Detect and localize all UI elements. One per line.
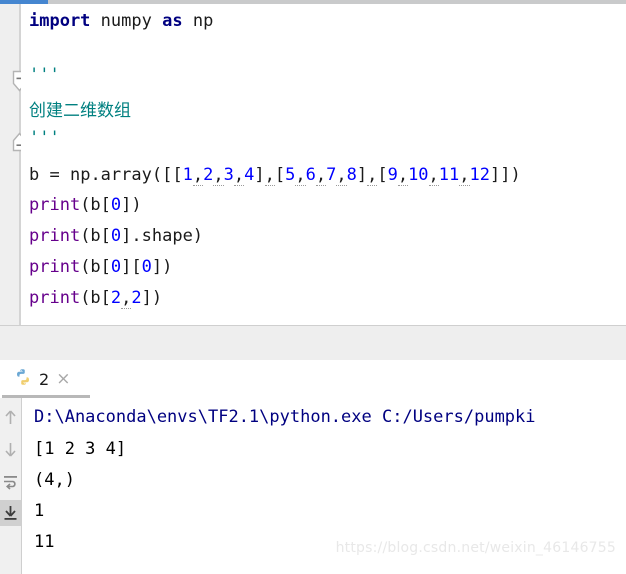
code-token: = <box>49 165 70 185</box>
code-token: 8 <box>346 165 357 185</box>
close-icon[interactable]: × <box>56 370 70 388</box>
code-token: 0 <box>110 257 122 277</box>
code-token: ].shape) <box>121 226 204 246</box>
editor-gutter[interactable] <box>0 4 19 325</box>
code-token: , <box>428 165 439 186</box>
code-token: 1 <box>182 165 193 185</box>
code-token: , <box>295 165 306 186</box>
code-token: , <box>121 288 132 309</box>
code-token: 3 <box>223 165 234 185</box>
code-token: 12 <box>469 165 491 185</box>
code-token: 10 <box>408 165 429 185</box>
code-token: (b[ <box>80 257 111 277</box>
code-token: print <box>29 288 81 308</box>
code-token: , <box>264 165 275 186</box>
line-print-4[interactable]: print(b[2,2]) <box>29 288 163 309</box>
code-token: 11 <box>438 165 460 185</box>
line-docstring-open[interactable]: ''' <box>29 66 60 84</box>
code-token: 2 <box>110 288 122 308</box>
console-tab[interactable]: 2 × <box>8 364 76 394</box>
console-tab-label: 2 <box>39 369 50 389</box>
code-token: np <box>192 11 214 31</box>
code-token: print <box>29 257 81 277</box>
code-token: ] <box>254 165 265 185</box>
code-token: 4 <box>244 165 255 185</box>
code-token: import <box>29 11 91 31</box>
code-token: 创建二维数组 <box>29 101 131 121</box>
code-token: 7 <box>326 165 337 185</box>
code-token: ''' <box>29 65 60 85</box>
line-docstring-text[interactable]: 创建二维数组 <box>29 102 131 120</box>
code-token: (b[ <box>80 195 111 215</box>
code-token: , <box>367 165 378 186</box>
code-token: 5 <box>285 165 296 185</box>
output-row-3: 1 <box>34 501 45 521</box>
line-import[interactable]: import numpy as np <box>29 12 213 30</box>
watermark: https://blog.csdn.net/weixin_46146755 <box>335 540 616 556</box>
code-token: , <box>336 165 347 186</box>
code-token: (b[ <box>80 288 111 308</box>
output-row-1: [1 2 3 4] <box>34 439 127 459</box>
code-token: 0 <box>110 195 122 215</box>
code-token: b <box>29 165 50 185</box>
soft-wrap-icon[interactable] <box>0 468 21 494</box>
code-token: , <box>213 165 224 186</box>
code-token: np.array([[ <box>69 165 183 185</box>
down-arrow-icon[interactable] <box>0 436 21 462</box>
output-row-2: (4,) <box>34 470 75 490</box>
code-token: ][ <box>121 257 142 277</box>
code-token: print <box>29 195 81 215</box>
code-token: numpy <box>100 11 152 31</box>
code-token: ]) <box>141 288 163 308</box>
code-token: 9 <box>387 165 398 185</box>
scroll-to-end-icon[interactable] <box>0 500 21 526</box>
output-command: D:\Anaconda\envs\TF2.1\python.exe C:/Use… <box>34 407 536 427</box>
pane-splitter[interactable] <box>0 325 626 361</box>
line-docstring-close[interactable]: ''' <box>29 129 60 147</box>
code-token: 2 <box>131 288 142 308</box>
line-print-1[interactable]: print(b[0]) <box>29 196 142 214</box>
code-token: ]]) <box>490 165 521 185</box>
run-console-pane: 2 × D:\Anaconda\envs\TF2.1\python.exe C:… <box>0 360 626 574</box>
code-token: (b[ <box>80 226 111 246</box>
code-token: ]) <box>151 257 173 277</box>
code-token: ] <box>356 165 368 185</box>
line-print-3[interactable]: print(b[0][0]) <box>29 258 172 276</box>
code-token: 2 <box>203 165 214 185</box>
up-arrow-icon[interactable] <box>0 404 21 430</box>
code-token: print <box>29 226 81 246</box>
console-tab-bar: 2 × <box>0 360 626 398</box>
code-token: 0 <box>110 226 122 246</box>
code-token: , <box>459 165 470 186</box>
output-row-4: 11 <box>34 532 55 552</box>
line-array[interactable]: b = np.array([[1,2,3,4],[5,6,7,8],[9,10,… <box>29 165 521 186</box>
code-token: ''' <box>29 128 60 148</box>
code-token: , <box>233 165 245 186</box>
code-token: , <box>192 165 204 186</box>
code-token: , <box>397 165 409 186</box>
code-text-area[interactable]: import numpy as np ''' 创建二维数组 ''' b = np.arr… <box>21 4 626 325</box>
code-token: ]) <box>121 195 142 215</box>
code-token: 6 <box>305 165 316 185</box>
code-token: 0 <box>141 257 152 277</box>
code-editor-pane[interactable]: import numpy as np ''' 创建二维数组 ''' b = np.arr… <box>0 4 626 325</box>
python-icon <box>14 368 32 390</box>
console-toolbar <box>0 398 22 574</box>
code-token: , <box>315 165 327 186</box>
line-print-2[interactable]: print(b[0].shape) <box>29 227 203 245</box>
code-token: [ <box>274 165 286 185</box>
code-token: as <box>162 11 183 31</box>
code-token: [ <box>377 165 388 185</box>
